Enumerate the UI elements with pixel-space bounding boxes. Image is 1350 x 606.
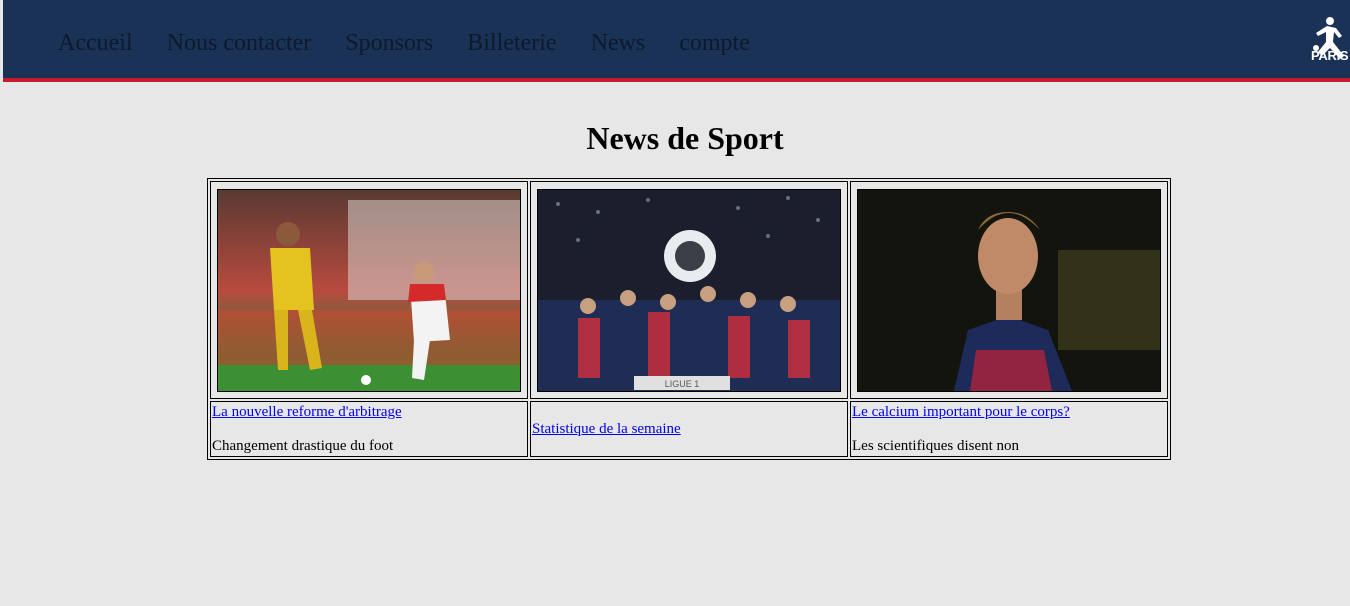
nav-item-accueil[interactable]: Accueil [58, 27, 133, 59]
club-logo[interactable]: PARIS [1306, 12, 1350, 74]
player-silhouette-icon [1313, 17, 1344, 59]
news-link[interactable]: Statistique de la semaine [532, 421, 681, 437]
news-image-trophy[interactable]: LIGUE 1 [537, 188, 841, 392]
news-image-cell [210, 181, 528, 399]
nav-item-news[interactable]: News [591, 27, 646, 59]
news-text-cell: Statistique de la semaine [530, 401, 848, 457]
news-text-cell: La nouvelle reforme d'arbitrage Changeme… [210, 401, 528, 457]
top-navbar: Accueil Nous contacter Sponsors Billeter… [3, 0, 1350, 82]
news-image-portrait[interactable] [857, 188, 1161, 392]
player-portrait-image [858, 189, 1160, 391]
logo-text: PARIS [1311, 48, 1349, 63]
nav-item-nous-contacter[interactable]: Nous contacter [167, 27, 312, 59]
svg-text:LIGUE 1: LIGUE 1 [665, 379, 700, 389]
news-image-football[interactable] [217, 188, 521, 392]
news-text-row: La nouvelle reforme d'arbitrage Changeme… [210, 401, 1168, 457]
trophy-celebration-image: LIGUE 1 [538, 189, 840, 391]
news-image-row: LIGUE 1 [210, 181, 1168, 399]
news-link[interactable]: La nouvelle reforme d'arbitrage [212, 404, 402, 420]
news-table: LIGUE 1 La nouvelle reforme d'arbitrage [207, 178, 1171, 460]
football-match-image [218, 189, 520, 391]
page-title: News de Sport [586, 120, 784, 156]
news-text-cell: Le calcium important pour le corps? Les … [850, 401, 1168, 457]
nav-item-billeterie[interactable]: Billeterie [467, 27, 556, 59]
news-image-cell: LIGUE 1 [530, 181, 848, 399]
nav-item-compte[interactable]: compte [679, 27, 750, 59]
news-description: Changement drastique du foot [212, 437, 394, 454]
news-description: Les scientifiques disent non [852, 437, 1020, 454]
nav-links: Accueil Nous contacter Sponsors Billeter… [58, 27, 784, 59]
nav-item-sponsors[interactable]: Sponsors [345, 27, 433, 59]
news-image-cell [850, 181, 1168, 399]
news-link[interactable]: Le calcium important pour le corps? [852, 404, 1070, 420]
